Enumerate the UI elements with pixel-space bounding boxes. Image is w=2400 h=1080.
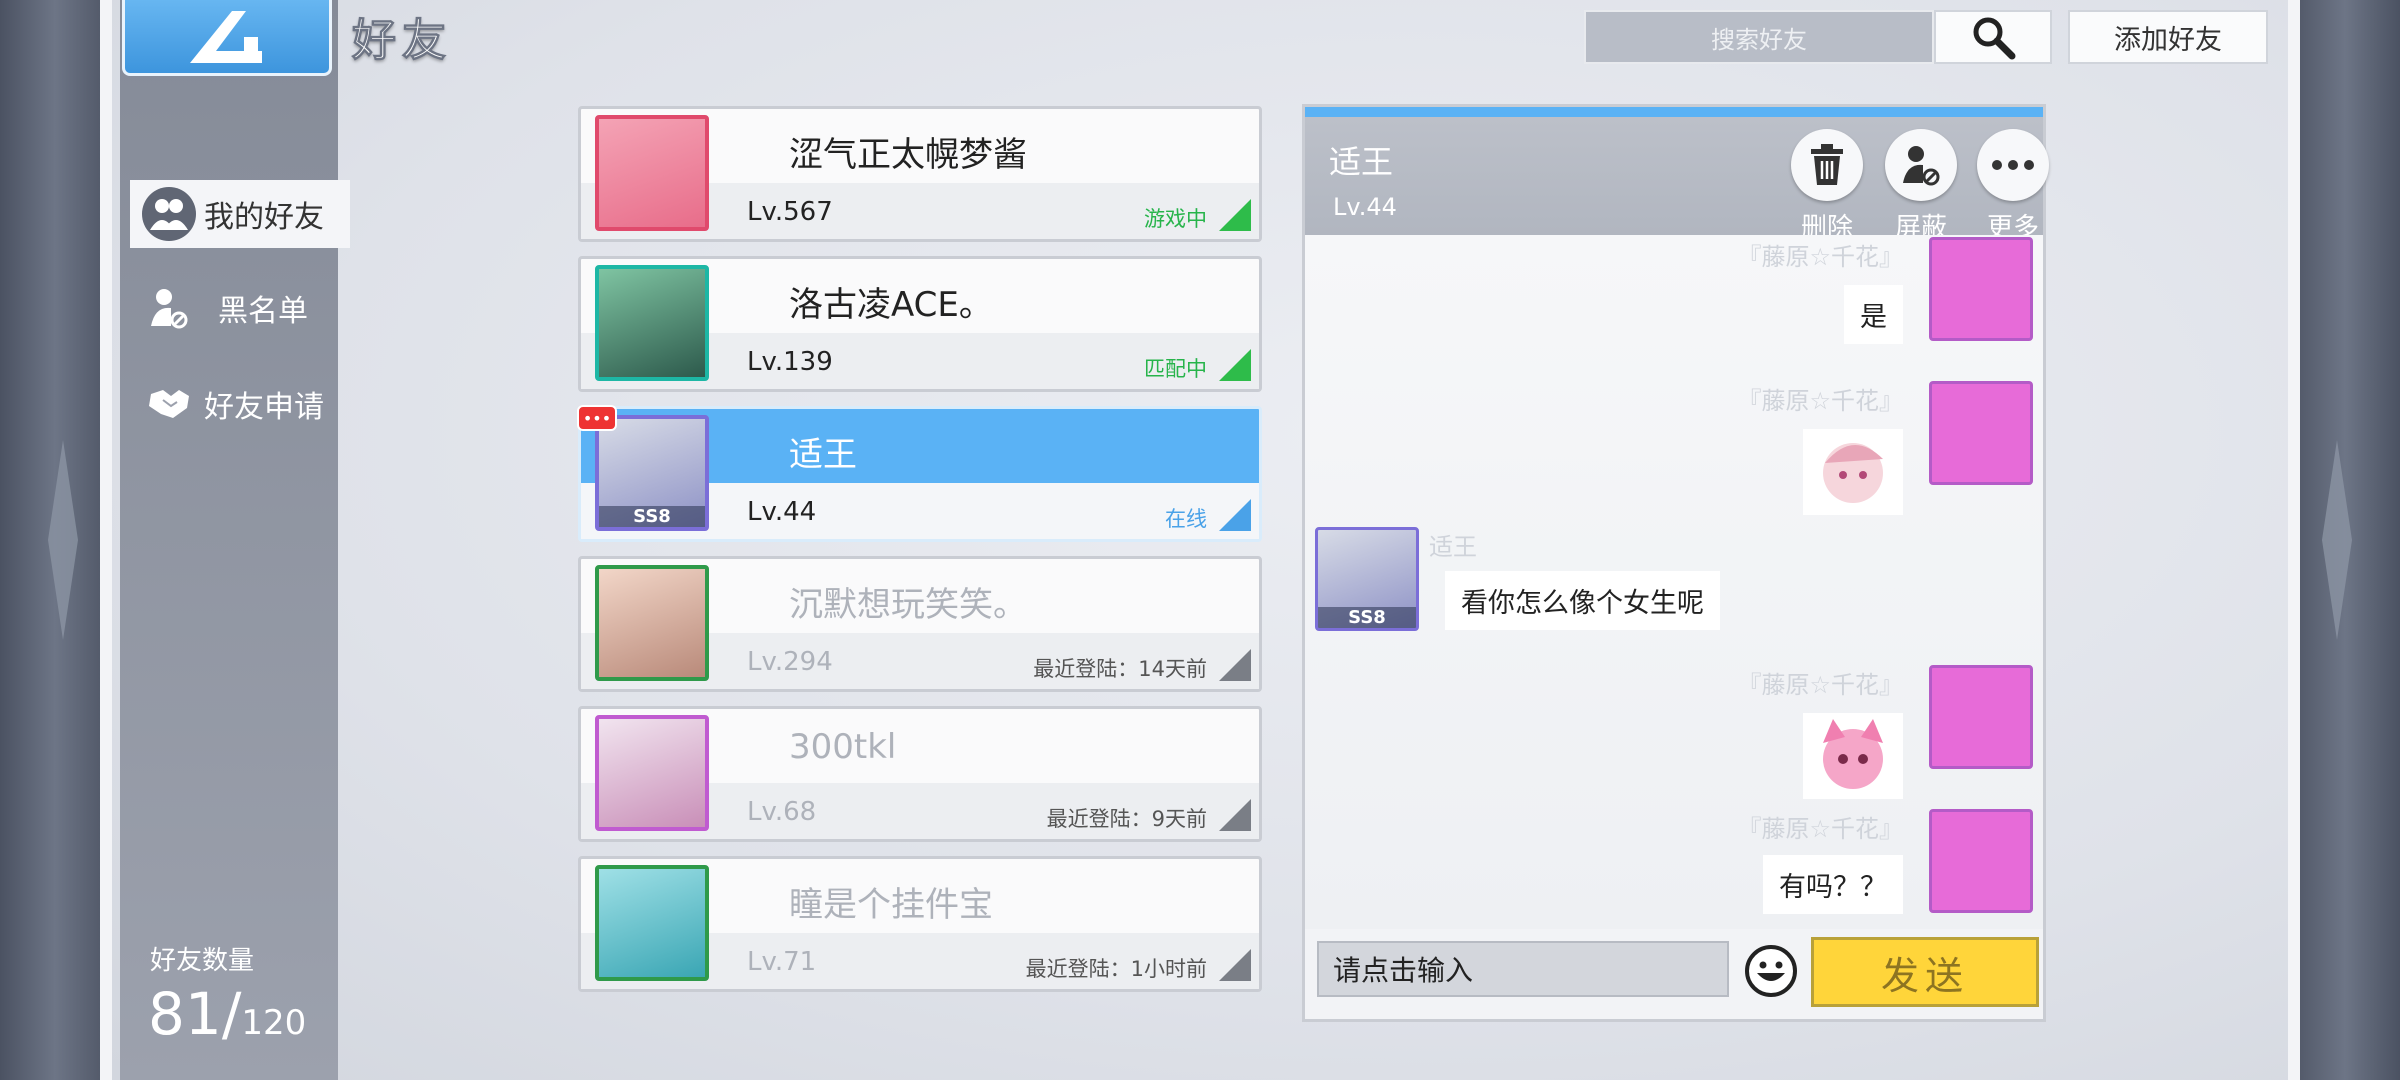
rank-tag: SS8 xyxy=(599,506,705,527)
emoji-button[interactable] xyxy=(1743,943,1799,999)
message-sender: 『藤原☆千花』 xyxy=(1737,243,1903,271)
frame-edge-left xyxy=(100,0,112,1080)
trash-icon xyxy=(1791,129,1863,201)
friend-status: 最近登陆：9天前 xyxy=(1046,807,1207,831)
more-icon xyxy=(1977,129,2049,201)
friend-name: 涩气正太幌梦酱 xyxy=(789,135,1027,175)
sidebar-item-label: 我的好友 xyxy=(204,200,324,235)
friend-chat-avatar: SS8 xyxy=(1315,527,1419,631)
friend-level: Lv.294 xyxy=(747,647,833,677)
message-sender: 『藤原☆千花』 xyxy=(1737,815,1903,843)
friend-status: 在线 xyxy=(1165,507,1207,531)
sidebar-item-my-friends[interactable]: 我的好友 xyxy=(130,180,350,248)
friend-level: Lv.71 xyxy=(747,947,817,977)
friend-count: 81/120 xyxy=(148,980,307,1048)
chat-message-input[interactable]: 请点击输入 xyxy=(1317,941,1729,997)
friend-status: 游戏中 xyxy=(1144,207,1207,231)
friend-avatar xyxy=(595,865,709,981)
page-title: 好友 xyxy=(352,15,452,67)
chat-header: 适王 Lv.44 删除 屏蔽 更多 xyxy=(1305,107,2049,243)
sidebar-item-label: 好友申请 xyxy=(204,390,324,425)
sender-avatar xyxy=(1929,809,2033,913)
friend-name: 适王 xyxy=(789,435,857,475)
main-area: 我的好友 黑名单 好友申请 好友数量 81/120 好友 搜索好友 添加好友 涩… xyxy=(112,0,2288,1080)
sidebar-item-blacklist[interactable]: 黑名单 xyxy=(130,274,350,342)
sender-avatar xyxy=(1929,237,2033,341)
message-sender: 『藤原☆千花』 xyxy=(1737,671,1903,699)
friend-list-item[interactable]: 涩气正太幌梦酱 Lv.567 游戏中 xyxy=(578,106,1262,242)
delete-button[interactable]: 删除 xyxy=(1785,129,1869,244)
rank-tag: SS8 xyxy=(1318,607,1416,628)
handshake-icon xyxy=(142,377,196,431)
friend-list-item[interactable]: ••• SS8 适王 Lv.44 在线 xyxy=(577,405,1262,542)
friend-status: 最近登陆：14天前 xyxy=(1033,657,1207,681)
left-frame xyxy=(0,0,100,1080)
block-user-icon xyxy=(1885,129,1957,201)
friend-list-item[interactable]: 洛古凌ACE。 Lv.139 匹配中 xyxy=(578,256,1262,392)
friend-avatar: SS8 xyxy=(595,415,709,531)
sidebar-item-label: 黑名单 xyxy=(218,294,308,329)
frame-edge-right xyxy=(2288,0,2300,1080)
sender-avatar xyxy=(1929,665,2033,769)
blacklist-icon xyxy=(142,281,196,335)
friend-avatar xyxy=(595,715,709,831)
search-button[interactable] xyxy=(1934,10,2052,64)
message-bubble: 有吗？？ xyxy=(1763,855,1903,914)
send-button[interactable]: 发送 xyxy=(1811,937,2039,1007)
block-button[interactable]: 屏蔽 xyxy=(1879,129,1963,244)
friend-level: Lv.44 xyxy=(747,497,817,527)
message-sender: 适王 xyxy=(1429,533,1477,561)
friend-avatar xyxy=(595,115,709,231)
friend-avatar xyxy=(595,265,709,381)
friend-level: Lv.139 xyxy=(747,347,833,377)
friend-avatar xyxy=(595,565,709,681)
friend-list-item[interactable]: 沉默想玩笑笑。 Lv.294 最近登陆：14天前 xyxy=(578,556,1262,692)
emoji-icon xyxy=(1745,945,1797,997)
sticker-message xyxy=(1803,429,1903,515)
friend-level: Lv.567 xyxy=(747,197,833,227)
message-bubble: 是 xyxy=(1844,285,1903,344)
sidebar-item-friend-requests[interactable]: 好友申请 xyxy=(130,370,350,438)
friend-level: Lv.68 xyxy=(747,797,817,827)
friends-icon xyxy=(142,187,196,241)
friend-name: 沉默想玩笑笑。 xyxy=(789,585,1027,625)
chat-input-bar: 请点击输入 发送 xyxy=(1305,929,2043,1019)
chat-messages: 『藤原☆千花』 是 『藤原☆千花』 SS8 适王 看你怎么像个女生呢 『藤原☆千… xyxy=(1305,235,2043,935)
sidebar: 我的好友 黑名单 好友申请 好友数量 81/120 xyxy=(120,0,350,1080)
chat-friend-name: 适王 xyxy=(1329,143,1394,181)
friend-status: 匹配中 xyxy=(1144,357,1207,381)
back-arrow-icon xyxy=(190,10,262,63)
friend-list-item[interactable]: 300tkl Lv.68 最近登陆：9天前 xyxy=(578,706,1262,842)
friend-status: 最近登陆：1小时前 xyxy=(1025,957,1207,981)
more-button[interactable]: 更多 xyxy=(1971,129,2055,244)
search-input[interactable]: 搜索好友 xyxy=(1584,10,1934,64)
right-frame xyxy=(2300,0,2400,1080)
friend-name: 300tkl xyxy=(789,727,897,767)
friend-name: 瞳是个挂件宝 xyxy=(789,885,993,925)
back-button[interactable] xyxy=(122,0,332,76)
friend-name: 洛古凌ACE。 xyxy=(789,285,993,325)
message-sender: 『藤原☆千花』 xyxy=(1737,387,1903,415)
friend-count-label: 好友数量 xyxy=(150,946,255,976)
chat-panel: 适王 Lv.44 删除 屏蔽 更多 『藤原☆千花』 是 『藤原☆千花』 SS8 … xyxy=(1302,104,2049,1022)
unread-message-badge: ••• xyxy=(577,405,617,431)
search-icon xyxy=(1973,17,2016,60)
sender-avatar xyxy=(1929,381,2033,485)
add-friend-button[interactable]: 添加好友 xyxy=(2068,10,2268,64)
chat-friend-level: Lv.44 xyxy=(1333,193,1397,221)
message-bubble: 看你怎么像个女生呢 xyxy=(1445,571,1720,630)
sticker-message xyxy=(1803,713,1903,799)
friend-list-item[interactable]: 瞳是个挂件宝 Lv.71 最近登陆：1小时前 xyxy=(578,856,1262,992)
